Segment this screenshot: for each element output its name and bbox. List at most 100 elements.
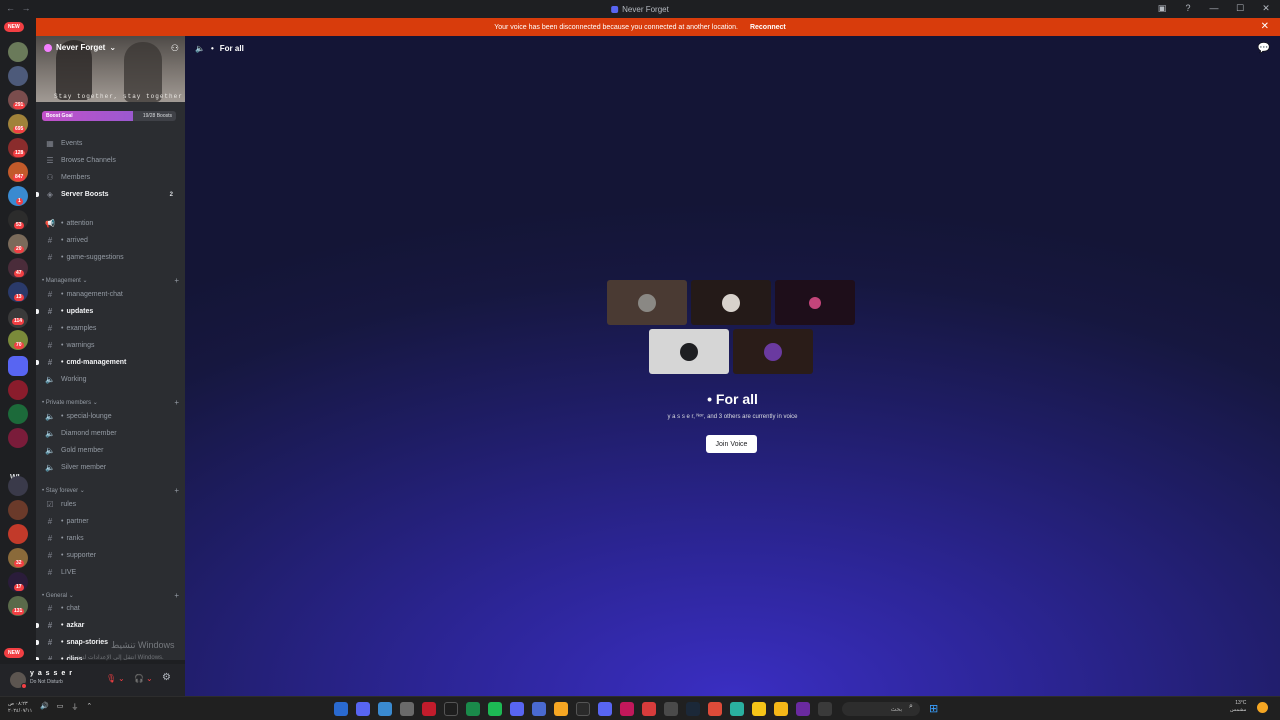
gear-icon[interactable]: ⚙ [162,672,171,683]
app-icon[interactable] [554,702,568,716]
participant-tile[interactable] [691,280,771,325]
channel-ranks[interactable]: # • ranks [40,531,181,546]
category-stay-forever[interactable]: • Stay forever ⌄ + [42,486,179,495]
category-label: General [45,592,68,599]
channel-rules[interactable]: ☑ rules [40,497,181,512]
server-icon[interactable] [8,42,28,62]
chevron-down-icon[interactable]: ⌄ [146,674,153,683]
boost-goal-bar[interactable]: Boost Goal 19/28 Boosts [42,111,176,121]
channel-arrived[interactable]: # • arrived [40,233,181,248]
app-icon[interactable] [400,702,414,716]
maximize-button[interactable]: ☐ [1234,3,1246,14]
discord-icon[interactable] [598,702,612,716]
spotify-icon[interactable] [488,702,502,716]
help-icon[interactable]: ? [1182,3,1194,14]
channel-gold-member[interactable]: 🔈 Gold member [40,443,181,458]
start-button[interactable]: ⊞ [929,702,938,715]
voice-channel-title: • For all [185,391,1280,407]
channel-live[interactable]: # LIVE [40,565,181,580]
nav-events[interactable]: ▦ Events [40,136,181,151]
channel-partner[interactable]: # • partner [40,514,181,529]
chevron-down-icon[interactable]: ⌄ [118,674,125,683]
app-icon[interactable] [818,702,832,716]
close-window-button[interactable]: ✕ [1260,3,1272,14]
minimize-button[interactable]: — [1208,3,1220,14]
server-icon[interactable] [8,380,28,400]
add-channel-icon[interactable]: + [174,486,179,495]
reconnect-button[interactable]: Reconnect [750,24,786,31]
participant-tile[interactable] [649,329,729,374]
channel-azkar[interactable]: # • azkar [36,618,181,633]
channel-warnings[interactable]: # • warnings [40,338,181,353]
close-icon[interactable]: ✕ [1261,21,1269,32]
app-icon[interactable] [642,702,656,716]
category-general[interactable]: • General ⌄ + [42,591,179,600]
invite-people-icon[interactable]: ⚇ [171,43,179,54]
chevron-up-icon[interactable]: ⌃ [86,702,92,712]
app-icon[interactable] [796,702,810,716]
terminal-icon[interactable] [576,702,590,716]
channel-header: 🔈 • For all [195,44,244,53]
channel-working[interactable]: 🔈 Working [40,372,181,387]
nav-browse-channels[interactable]: ☰ Browse Channels [40,153,181,168]
server-header[interactable]: Never Forget ⌄ [44,43,116,52]
app-icon[interactable] [510,702,524,716]
channel-examples[interactable]: # • examples [40,321,181,336]
steam-icon[interactable] [686,702,700,716]
vscode-icon[interactable] [334,702,348,716]
channel-special-lounge[interactable]: 🔈 • special-lounge [40,409,181,424]
server-icon[interactable] [8,476,28,496]
participant-tile[interactable] [775,280,855,325]
server-icon[interactable] [8,66,28,86]
server-icon[interactable] [8,404,28,424]
app-icon[interactable] [752,702,766,716]
chat-bubble-icon[interactable]: 💬 [1258,43,1270,54]
app-icon[interactable] [664,702,678,716]
network-icon[interactable]: ▭ [57,702,64,712]
hash-icon: # [47,358,53,367]
app-icon[interactable] [532,702,546,716]
edge-icon[interactable] [730,702,744,716]
channel-supporter[interactable]: # • supporter [40,548,181,563]
add-channel-icon[interactable]: + [174,276,179,285]
deafen-icon[interactable]: 🎧 [134,674,144,683]
app-icon[interactable] [466,702,480,716]
weather-widget[interactable]: 13°C مشمس [1230,700,1246,714]
folder-icon[interactable] [774,702,788,716]
channel-attention[interactable]: 📢 • attention [40,216,181,231]
window-title-text: Never Forget [622,5,669,14]
mute-mic-icon[interactable]: 🎙 [106,674,116,683]
channel-updates[interactable]: # • updates [36,304,181,319]
nav-server-boosts[interactable]: ◈ Server Boosts 2 [36,187,181,202]
app-icon[interactable] [444,702,458,716]
channel-chat[interactable]: # • chat [40,601,181,616]
channel-management-chat[interactable]: # • management-chat [40,287,181,302]
netflix-icon[interactable] [422,702,436,716]
channel-cmd-management[interactable]: # • cmd-management [36,355,181,370]
app-icon[interactable] [356,702,370,716]
participant-tile[interactable] [733,329,813,374]
server-icon[interactable] [8,428,28,448]
taskbar-clock[interactable]: ٠٨:٢٣ ص ٢٠٢٤/٠٧/١١ [8,701,32,715]
participant-tile[interactable] [607,280,687,325]
channel-silver-member[interactable]: 🔈 Silver member [40,460,181,475]
join-voice-button[interactable]: Join Voice [706,435,757,453]
inbox-icon[interactable]: ▣ [1156,3,1168,14]
channel-game-suggestions[interactable]: # • game-suggestions [40,250,181,265]
folder-icon[interactable] [8,356,28,376]
nav-arrows[interactable]: ← → [6,3,33,13]
server-icon[interactable] [8,524,28,544]
volume-icon[interactable]: 🔊 [40,702,49,712]
add-channel-icon[interactable]: + [174,398,179,407]
usb-icon[interactable]: ⏚ [71,702,78,712]
add-channel-icon[interactable]: + [174,591,179,600]
server-icon[interactable] [8,500,28,520]
app-icon[interactable] [378,702,392,716]
mention-badge: 1 [16,198,23,205]
app-icon[interactable] [620,702,634,716]
category-private-members[interactable]: • Private members ⌄ + [42,398,179,407]
channel-diamond-member[interactable]: 🔈 Diamond member [40,426,181,441]
category-management[interactable]: • Management ⌄ + [42,276,179,285]
chrome-icon[interactable] [708,702,722,716]
nav-members[interactable]: ⚇ Members [40,170,181,185]
